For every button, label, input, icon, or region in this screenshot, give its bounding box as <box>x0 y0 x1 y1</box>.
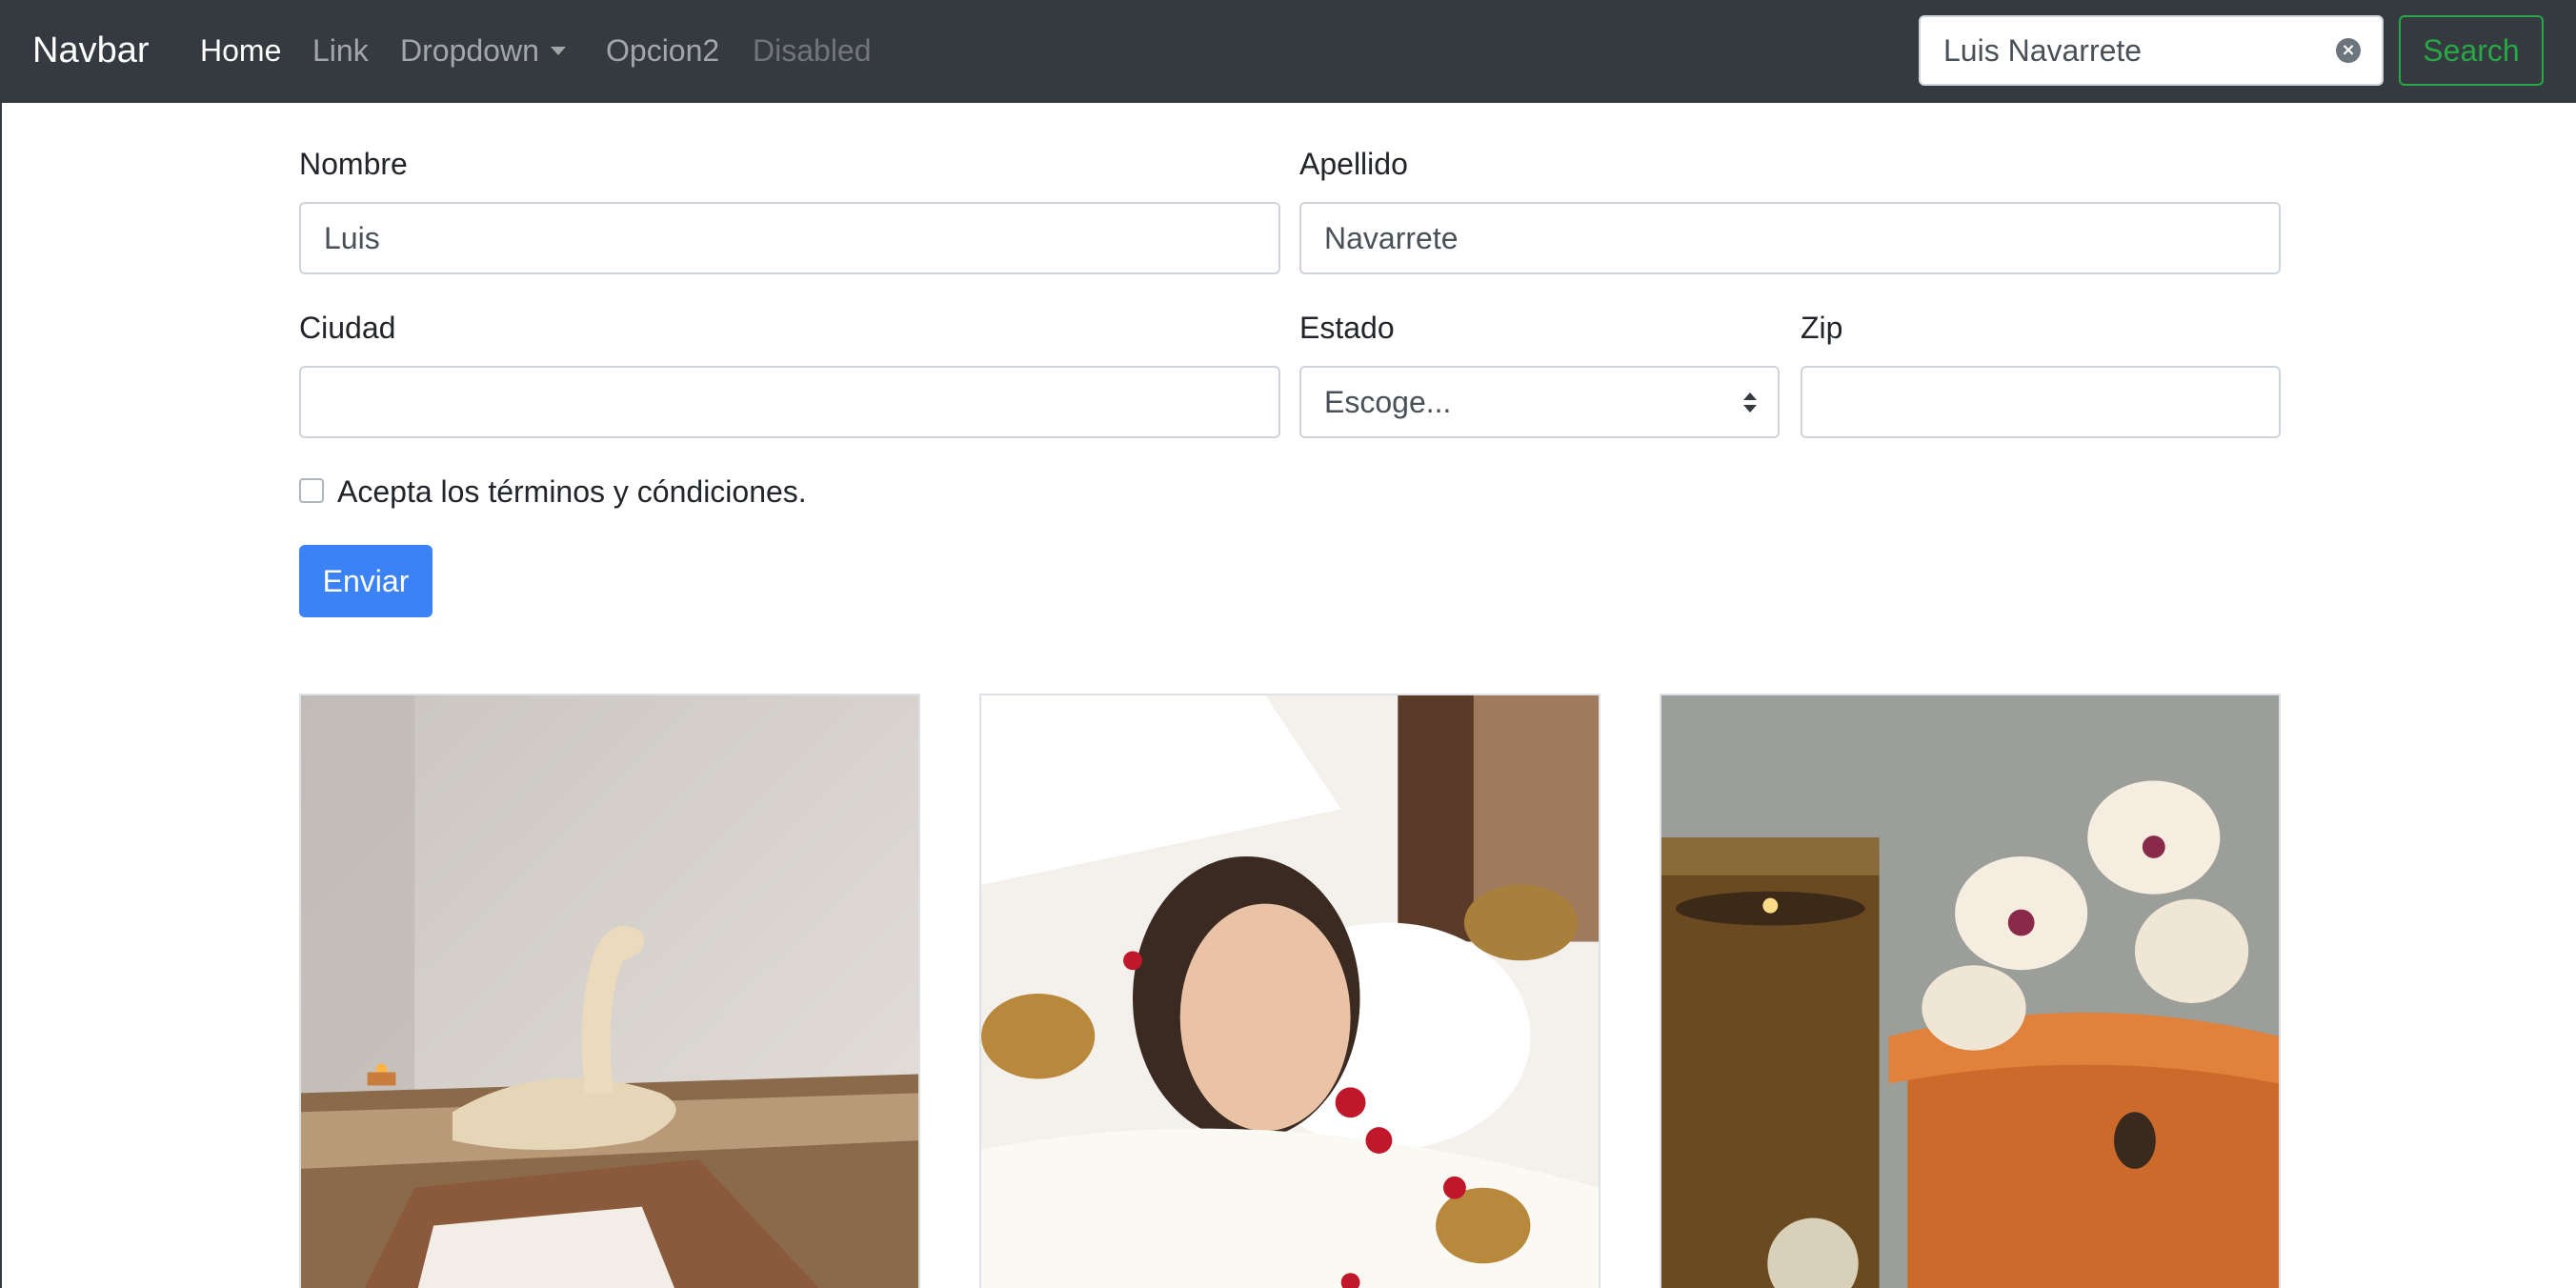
apellido-field <box>1299 202 2281 274</box>
estado-label: Estado <box>1299 311 1395 345</box>
spa-still-life-illustration <box>1661 695 2279 1288</box>
nombre-input[interactable] <box>301 204 1278 272</box>
towel-swan-illustration <box>301 695 918 1288</box>
top-navbar: Navbar Home Link Dropdown Opcion2 Disabl… <box>2 0 2576 103</box>
gallery-image-woman-relaxing <box>979 694 1600 1288</box>
caret-down-icon <box>550 47 566 55</box>
apellido-input[interactable] <box>1301 204 2279 272</box>
search-input[interactable] <box>1921 17 2382 84</box>
zip-field <box>1801 366 2281 438</box>
nav-link-home[interactable]: Home <box>200 30 281 70</box>
zip-input[interactable] <box>1802 368 2279 436</box>
nav-dropdown-label: Dropdown <box>400 33 539 68</box>
terms-label[interactable]: Acepta los términos y cóndiciones. <box>337 473 807 511</box>
nav-link-link[interactable]: Link <box>312 30 369 70</box>
navbar-brand[interactable]: Navbar <box>32 27 150 74</box>
nav-link-disabled: Disabled <box>753 33 872 68</box>
nav-dropdown-toggle[interactable]: Dropdown <box>400 30 566 70</box>
nav-link-opcion2[interactable]: Opcion2 <box>606 30 719 70</box>
nombre-label: Nombre <box>299 147 408 181</box>
ciudad-field <box>299 366 1280 438</box>
search-button[interactable]: Search <box>2399 15 2544 86</box>
woman-relaxing-illustration <box>981 695 1599 1288</box>
estado-selected-value: Escoge... <box>1324 385 1452 419</box>
ciudad-input[interactable] <box>301 368 1278 436</box>
search-field: × <box>1919 15 2384 86</box>
gallery-image-spa-still-life <box>1660 694 2281 1288</box>
terms-checkbox[interactable] <box>299 478 324 503</box>
submit-button[interactable]: Enviar <box>299 545 433 617</box>
nombre-field <box>299 202 1280 274</box>
zip-label: Zip <box>1801 311 1843 345</box>
apellido-label: Apellido <box>1299 147 1408 181</box>
gallery-image-towel-swan <box>299 694 920 1288</box>
ciudad-label: Ciudad <box>299 311 396 345</box>
clear-search-icon[interactable]: × <box>2336 38 2361 63</box>
select-arrows-icon <box>1743 392 1757 415</box>
estado-select[interactable]: Escoge... <box>1299 366 1780 438</box>
